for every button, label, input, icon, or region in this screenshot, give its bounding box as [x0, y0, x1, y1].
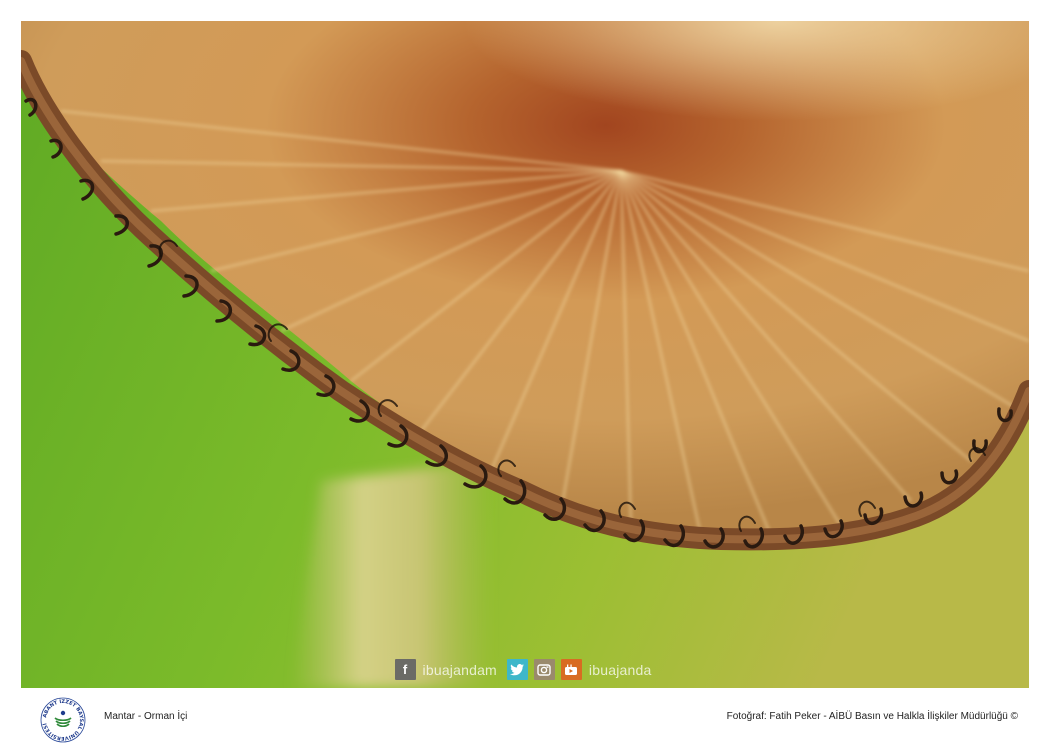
photo-caption: Mantar - Orman İçi [104, 711, 188, 722]
youtube-glyph [565, 664, 578, 675]
twitter-icon[interactable] [506, 659, 528, 680]
university-seal-icon: ABANT İZZET BAYSAL ÜNİVERSİTESİ [40, 697, 86, 743]
university-logo: ABANT İZZET BAYSAL ÜNİVERSİTESİ [40, 697, 86, 743]
photo-credit: Fotoğraf: Fatih Peker - AİBÜ Basın ve Ha… [726, 711, 1018, 722]
twitter-bird-glyph [510, 663, 525, 675]
social-handle-primary: ibuajandam [422, 661, 497, 678]
youtube-icon[interactable] [560, 659, 582, 680]
facebook-icon[interactable]: f [394, 659, 416, 680]
mushroom-photo: f ibuajandam ibuajanda [21, 21, 1029, 688]
poster-page: f ibuajandam ibuajanda ABANT İZZET BAYSA… [0, 0, 1050, 750]
social-bar: f ibuajandam ibuajanda [21, 659, 1029, 680]
instagram-icon[interactable] [533, 659, 555, 680]
camera-glyph [537, 663, 552, 676]
social-handle-secondary: ibuajanda [588, 661, 652, 678]
footer: ABANT İZZET BAYSAL ÜNİVERSİTESİ Mantar -… [0, 688, 1050, 750]
mushroom-illustration [21, 21, 1029, 688]
